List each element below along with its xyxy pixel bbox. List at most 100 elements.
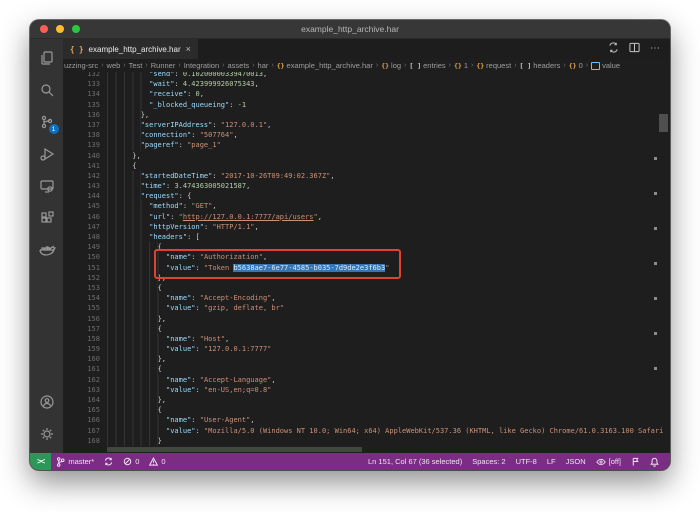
tab-example-http-archive[interactable]: { } example_http_archive.har × xyxy=(63,39,198,59)
close-window-button[interactable] xyxy=(40,25,48,33)
code-line[interactable]: 164}, xyxy=(63,395,670,405)
run-and-debug-icon[interactable] xyxy=(35,141,59,167)
code-line[interactable]: 155"value": "gzip, deflate, br" xyxy=(63,303,670,313)
code-line[interactable]: 159"value": "127.0.0.1:7777" xyxy=(63,344,670,354)
breadcrumb-item-web[interactable]: web xyxy=(107,61,121,70)
code-line[interactable]: 157{ xyxy=(63,324,670,334)
code-line[interactable]: 135"_blocked_queueing": -1 xyxy=(63,100,670,110)
code-token: 0.10200000339470013 xyxy=(183,72,263,78)
breadcrumb-item-uzzing-src[interactable]: uzzing-src xyxy=(64,61,98,70)
split-editor-icon[interactable] xyxy=(629,40,640,58)
code-line[interactable]: 136}, xyxy=(63,110,670,120)
open-changes-icon[interactable] xyxy=(608,40,619,58)
code-line[interactable]: 162"name": "Accept-Language", xyxy=(63,375,670,385)
explorer-icon[interactable] xyxy=(35,45,59,71)
accounts-icon[interactable] xyxy=(35,389,59,415)
code-line[interactable]: 137"serverIPAddress": "127.0.0.1", xyxy=(63,120,670,130)
indent-guides xyxy=(107,273,158,283)
code-token: : xyxy=(191,253,199,261)
code-line[interactable]: 166"name": "User-Agent", xyxy=(63,415,670,425)
code-editor[interactable]: 132"send": 0.10200000339470013,133"wait"… xyxy=(63,72,670,453)
status-encoding[interactable]: UTF-8 xyxy=(511,457,542,466)
code-line[interactable]: 167"value": "Mozilla/5.0 (Windows NT 10.… xyxy=(63,426,670,436)
code-line[interactable]: 161{ xyxy=(63,364,670,374)
status-eol[interactable]: LF xyxy=(542,457,561,466)
code-line[interactable]: 156}, xyxy=(63,314,670,324)
code-token: : xyxy=(196,264,204,272)
breadcrumb-item-0[interactable]: {}0 xyxy=(569,61,583,70)
breadcrumb-item-log[interactable]: {}log xyxy=(381,61,401,70)
code-line[interactable]: 141{ xyxy=(63,161,670,171)
code-line[interactable]: 148"headers": [ xyxy=(63,232,670,242)
code-token: , xyxy=(225,335,229,343)
more-actions-icon[interactable]: ⋯ xyxy=(650,44,660,54)
breadcrumb-item-value[interactable]: value xyxy=(591,61,620,70)
status-indentation[interactable]: Spaces: 2 xyxy=(467,457,510,466)
breadcrumb-item-headers[interactable]: [ ]headers xyxy=(520,61,561,70)
code-line[interactable]: 138"connection": "507764", xyxy=(63,130,670,140)
search-icon[interactable] xyxy=(35,77,59,103)
code-line[interactable]: 163"value": "en-US,en;q=0.8" xyxy=(63,385,670,395)
indent-guides xyxy=(107,242,158,252)
code-token: { xyxy=(158,284,162,292)
code-line[interactable]: 132"send": 0.10200000339470013, xyxy=(63,72,670,79)
status-errors[interactable]: 0 xyxy=(118,457,144,466)
code-line[interactable]: 149{ xyxy=(63,242,670,252)
minimize-window-button[interactable] xyxy=(56,25,64,33)
status-sync[interactable] xyxy=(99,457,118,466)
line-number: 137 xyxy=(63,120,100,130)
status-feedback[interactable] xyxy=(626,457,645,466)
vertical-scrollbar[interactable] xyxy=(659,114,668,132)
indent-guides xyxy=(107,161,132,171)
tab-close-icon[interactable]: × xyxy=(186,45,191,54)
code-line[interactable]: 151"value": "Token b5638ae7-6e77-4585-b0… xyxy=(63,263,670,273)
code-text: "serverIPAddress": "127.0.0.1", xyxy=(100,120,271,130)
status-git-branch[interactable]: master* xyxy=(51,457,99,467)
status-remote-indicator[interactable]: >< xyxy=(30,453,51,470)
code-token: : xyxy=(191,294,199,302)
breadcrumb-label: uzzing-src xyxy=(64,61,98,70)
code-line[interactable]: 133"wait": 4.423999926075343, xyxy=(63,79,670,89)
source-control-icon[interactable]: 1 xyxy=(35,109,59,135)
code-line[interactable]: 153{ xyxy=(63,283,670,293)
code-line[interactable]: 142"startedDateTime": "2017-10-26T09:49:… xyxy=(63,171,670,181)
title-bar[interactable]: example_http_archive.har xyxy=(30,20,670,39)
zoom-window-button[interactable] xyxy=(72,25,80,33)
code-text: }, xyxy=(100,151,141,161)
breadcrumb-item-har[interactable]: har xyxy=(258,61,269,70)
status-toggle-indicator[interactable]: [off] xyxy=(591,457,626,466)
breadcrumb-item-entries[interactable]: [ ]entries xyxy=(409,61,445,70)
code-line[interactable]: 144"request": { xyxy=(63,191,670,201)
code-line[interactable]: 168} xyxy=(63,436,670,446)
code-line[interactable]: 147"httpVersion": "HTTP/1.1", xyxy=(63,222,670,232)
code-line[interactable]: 158"name": "Host", xyxy=(63,334,670,344)
breadcrumb-item-runner[interactable]: Runner xyxy=(151,61,176,70)
breadcrumb-item-test[interactable]: Test xyxy=(129,61,143,70)
breadcrumb-item-assets[interactable]: assets xyxy=(228,61,250,70)
code-line[interactable]: 146"url": "http://127.0.0.1:7777/api/use… xyxy=(63,212,670,222)
code-line[interactable]: 154"name": "Accept-Encoding", xyxy=(63,293,670,303)
breadcrumb-item-1[interactable]: {}1 xyxy=(454,61,468,70)
code-line[interactable]: 139"pageref": "page_1" xyxy=(63,140,670,150)
line-number: 144 xyxy=(63,191,100,201)
code-line[interactable]: 143"time": 3.474363005021587, xyxy=(63,181,670,191)
code-line[interactable]: 160}, xyxy=(63,354,670,364)
status-cursor-position[interactable]: Ln 151, Col 67 (36 selected) xyxy=(363,457,467,466)
settings-gear-icon[interactable] xyxy=(35,421,59,447)
code-line[interactable]: 150"name": "Authorization", xyxy=(63,252,670,262)
extensions-icon[interactable] xyxy=(35,205,59,231)
code-line[interactable]: 152}, xyxy=(63,273,670,283)
code-line[interactable]: 134"receive": 0, xyxy=(63,89,670,99)
status-language-mode[interactable]: JSON xyxy=(561,457,591,466)
status-notifications[interactable] xyxy=(645,457,664,467)
status-warnings[interactable]: 0 xyxy=(144,457,170,466)
docker-icon[interactable] xyxy=(35,237,59,263)
breadcrumb-item-integration[interactable]: Integration xyxy=(184,61,219,70)
code-line[interactable]: 140}, xyxy=(63,151,670,161)
remote-explorer-icon[interactable] xyxy=(35,173,59,199)
code-line[interactable]: 165{ xyxy=(63,405,670,415)
breadcrumb-item-example-http-archive-har[interactable]: {}example_http_archive.har xyxy=(277,61,373,70)
code-line[interactable]: 145"method": "GET", xyxy=(63,201,670,211)
horizontal-scrollbar[interactable] xyxy=(107,447,362,452)
breadcrumb-item-request[interactable]: {}request xyxy=(476,61,511,70)
